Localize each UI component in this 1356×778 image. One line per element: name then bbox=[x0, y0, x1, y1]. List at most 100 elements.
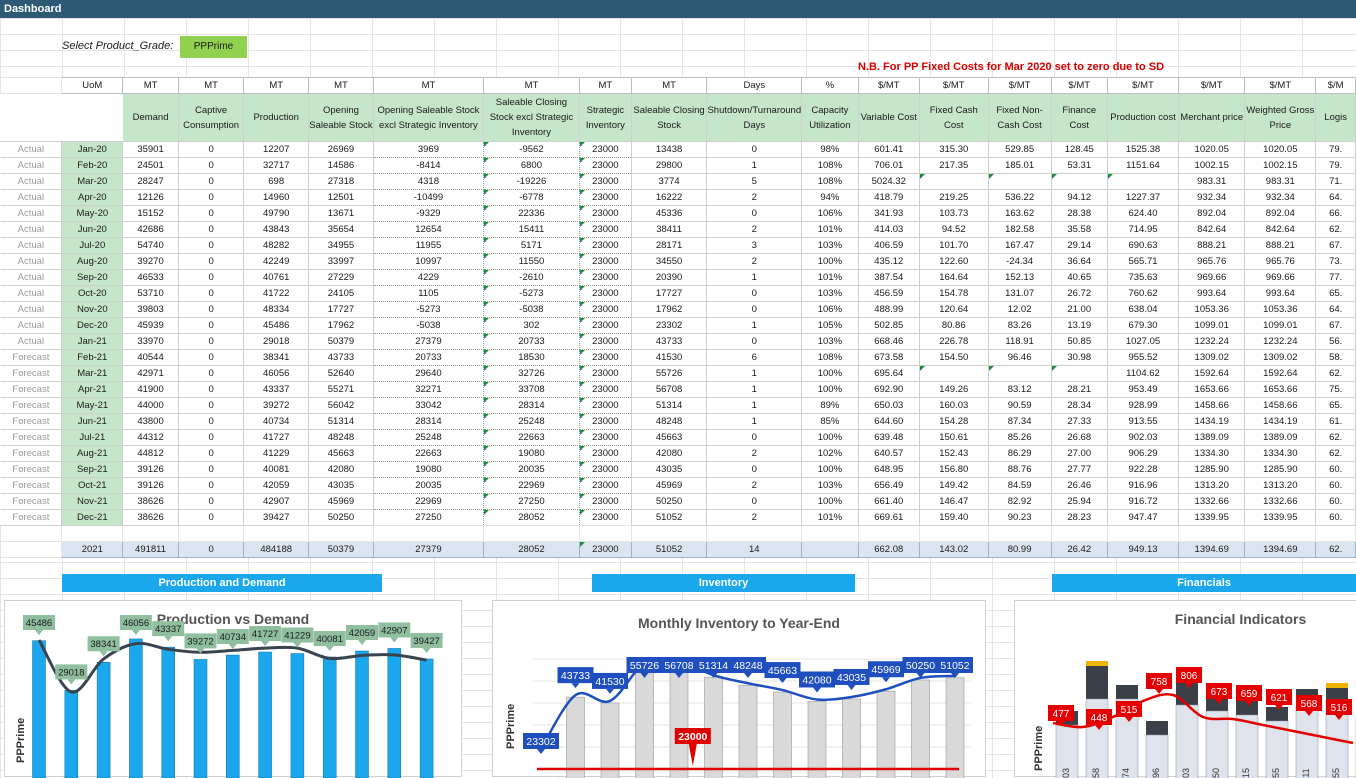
table-cell[interactable]: 1389.09 bbox=[1244, 429, 1317, 446]
table-cell[interactable]: 1339.95 bbox=[1244, 509, 1317, 526]
table-cell[interactable]: 62. bbox=[1315, 445, 1356, 462]
table-cell[interactable]: 23000 bbox=[579, 429, 632, 446]
table-cell[interactable]: 983.31 bbox=[1244, 173, 1317, 190]
table-cell[interactable]: 42059 bbox=[243, 477, 309, 494]
table-cell[interactable]: 40081 bbox=[243, 461, 309, 478]
table-cell[interactable]: 39126 bbox=[122, 461, 179, 478]
table-cell[interactable]: 23000 bbox=[579, 269, 632, 286]
table-cell[interactable]: 902.03 bbox=[1106, 429, 1180, 446]
table-cell[interactable]: -9562 bbox=[482, 141, 581, 158]
table-cell[interactable]: 12.02 bbox=[987, 301, 1052, 318]
table-cell[interactable]: 2 bbox=[706, 221, 803, 238]
table-cell[interactable]: 86.29 bbox=[987, 445, 1052, 462]
table-cell[interactable]: 48248 bbox=[630, 413, 708, 430]
table-cell[interactable]: -5273 bbox=[373, 301, 484, 318]
table-cell[interactable]: 624.40 bbox=[1106, 205, 1180, 222]
table-cell[interactable]: Dec-21 bbox=[61, 509, 124, 526]
table-cell[interactable]: Jan-20 bbox=[61, 141, 124, 158]
table-cell[interactable]: 100% bbox=[801, 429, 859, 446]
table-cell[interactable]: 60. bbox=[1315, 509, 1356, 526]
table-cell[interactable]: 56. bbox=[1315, 333, 1356, 350]
table-cell[interactable]: 28052 bbox=[482, 509, 581, 526]
table-cell[interactable]: 0 bbox=[177, 189, 245, 206]
table-cell[interactable]: 38411 bbox=[630, 221, 708, 238]
table-cell[interactable]: 66. bbox=[1315, 205, 1356, 222]
table-cell[interactable]: 100% bbox=[801, 381, 859, 398]
table-cell[interactable]: 51052 bbox=[630, 509, 708, 526]
table-cell[interactable]: 1099.01 bbox=[1244, 317, 1317, 334]
table-cell[interactable]: 61. bbox=[1315, 413, 1356, 430]
table-cell[interactable] bbox=[1050, 173, 1108, 190]
table-cell[interactable]: 669.61 bbox=[857, 509, 920, 526]
table-cell[interactable]: 706.01 bbox=[857, 157, 920, 174]
table-cell[interactable]: 22969 bbox=[373, 493, 484, 510]
table-cell[interactable]: Apr-21 bbox=[61, 381, 124, 398]
table-cell[interactable]: 1002.15 bbox=[1244, 157, 1317, 174]
table-cell[interactable]: 1104.62 bbox=[1106, 365, 1180, 382]
table-cell[interactable]: 105% bbox=[801, 317, 859, 334]
table-cell[interactable]: Nov-21 bbox=[61, 493, 124, 510]
table-cell[interactable]: 43843 bbox=[243, 221, 309, 238]
table-cell[interactable]: 1027.05 bbox=[1106, 333, 1180, 350]
table-cell[interactable]: 90.23 bbox=[987, 509, 1052, 526]
table-cell[interactable]: 71. bbox=[1315, 173, 1356, 190]
table-cell[interactable]: 965.76 bbox=[1178, 253, 1246, 270]
table-cell[interactable]: 668.46 bbox=[857, 333, 920, 350]
table-cell[interactable]: 29.14 bbox=[1050, 237, 1108, 254]
table-cell[interactable]: 43800 bbox=[122, 413, 179, 430]
table-cell[interactable]: 19080 bbox=[373, 461, 484, 478]
table-cell[interactable]: 128.45 bbox=[1050, 141, 1108, 158]
table-cell[interactable]: 11550 bbox=[482, 253, 581, 270]
table-cell[interactable]: 44312 bbox=[122, 429, 179, 446]
table-cell[interactable]: 60. bbox=[1315, 493, 1356, 510]
table-cell[interactable]: 1232.24 bbox=[1244, 333, 1317, 350]
table-cell[interactable]: 0 bbox=[177, 237, 245, 254]
table-cell[interactable]: 26.46 bbox=[1050, 477, 1108, 494]
table-cell[interactable]: 53710 bbox=[122, 285, 179, 302]
table-cell[interactable]: 735.63 bbox=[1106, 269, 1180, 286]
table-cell[interactable]: 1434.19 bbox=[1244, 413, 1317, 430]
table-cell[interactable]: Apr-20 bbox=[61, 189, 124, 206]
table-cell[interactable]: 219.25 bbox=[918, 189, 989, 206]
table-cell[interactable]: 26.68 bbox=[1050, 429, 1108, 446]
table-cell[interactable]: 695.64 bbox=[857, 365, 920, 382]
table-cell[interactable]: 23000 bbox=[579, 253, 632, 270]
table-cell[interactable]: 892.04 bbox=[1178, 205, 1246, 222]
table-cell[interactable]: 29800 bbox=[630, 157, 708, 174]
table-cell[interactable]: -9329 bbox=[373, 205, 484, 222]
table-cell[interactable]: 0 bbox=[177, 157, 245, 174]
table-cell[interactable]: 23000 bbox=[579, 397, 632, 414]
table-cell[interactable]: 35654 bbox=[307, 221, 375, 238]
table-cell[interactable]: 20035 bbox=[482, 461, 581, 478]
table-cell[interactable]: 14586 bbox=[307, 157, 375, 174]
table-cell[interactable]: 14960 bbox=[243, 189, 309, 206]
table-cell[interactable]: 23000 bbox=[579, 301, 632, 318]
table-cell[interactable]: 24105 bbox=[307, 285, 375, 302]
table-cell[interactable]: 302 bbox=[482, 317, 581, 334]
table-cell[interactable]: 46056 bbox=[243, 365, 309, 382]
table-cell[interactable]: 0 bbox=[177, 461, 245, 478]
table-cell[interactable]: 1334.30 bbox=[1244, 445, 1317, 462]
table-cell[interactable]: 1458.66 bbox=[1244, 397, 1317, 414]
table-cell[interactable]: Mar-20 bbox=[61, 173, 124, 190]
table-cell[interactable]: 1592.64 bbox=[1244, 365, 1317, 382]
table-cell[interactable]: 0 bbox=[706, 333, 803, 350]
table-cell[interactable]: 28171 bbox=[630, 237, 708, 254]
table-cell[interactable]: 650.03 bbox=[857, 397, 920, 414]
table-cell[interactable]: 1053.36 bbox=[1244, 301, 1317, 318]
table-cell[interactable]: 955.52 bbox=[1106, 349, 1180, 366]
table-cell[interactable]: 1151.64 bbox=[1106, 157, 1180, 174]
table-cell[interactable]: 916.72 bbox=[1106, 493, 1180, 510]
table-cell[interactable]: 45969 bbox=[307, 493, 375, 510]
table-cell[interactable]: 83.26 bbox=[987, 317, 1052, 334]
table-cell[interactable]: 1339.95 bbox=[1178, 509, 1246, 526]
table-cell[interactable]: 79. bbox=[1315, 141, 1356, 158]
table-cell[interactable]: 1653.66 bbox=[1244, 381, 1317, 398]
table-cell[interactable]: 27229 bbox=[307, 269, 375, 286]
table-cell[interactable]: 100% bbox=[801, 365, 859, 382]
table-cell[interactable]: 1 bbox=[706, 157, 803, 174]
table-cell[interactable]: 1434.19 bbox=[1178, 413, 1246, 430]
table-cell[interactable]: 21.00 bbox=[1050, 301, 1108, 318]
table-cell[interactable]: 1313.20 bbox=[1244, 477, 1317, 494]
table-cell[interactable]: Feb-21 bbox=[61, 349, 124, 366]
